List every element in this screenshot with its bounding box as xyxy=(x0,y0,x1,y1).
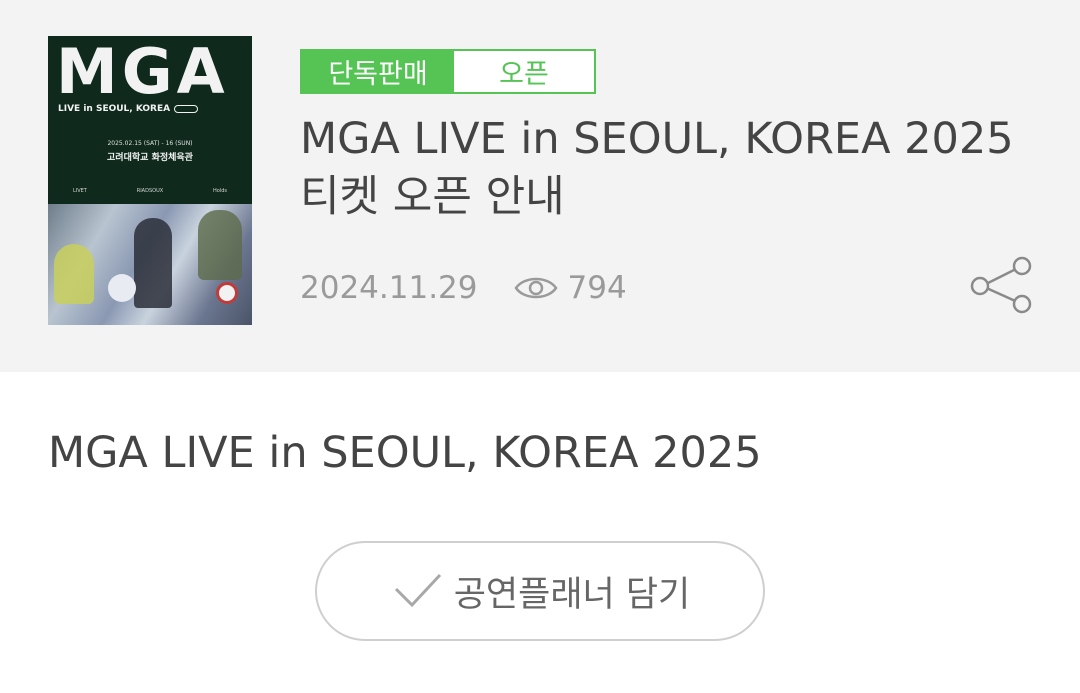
poster-photo xyxy=(48,204,252,325)
poster-orb xyxy=(108,274,136,302)
poster-pill-decoration xyxy=(174,104,199,113)
poster-orb xyxy=(216,282,238,304)
view-count: 794 xyxy=(567,270,627,306)
open-tag: 오픈 xyxy=(454,51,594,92)
poster-sponsor: Holds xyxy=(213,188,228,194)
article-meta: 2024.11.29 794 xyxy=(300,266,627,310)
article-title: MGA LIVE in SEOUL, KOREA 2025 티켓 오픈 안내 xyxy=(300,114,1014,222)
article-date: 2024.11.29 xyxy=(300,270,478,306)
eye-icon xyxy=(513,277,558,299)
poster-figure xyxy=(198,210,242,280)
body-title: MGA LIVE in SEOUL, KOREA 2025 xyxy=(48,428,762,478)
exclusive-sale-tag: 단독판매 xyxy=(302,51,454,92)
poster-figure xyxy=(54,244,94,304)
add-to-planner-button[interactable]: 공연플래너 담기 xyxy=(315,541,765,641)
poster-sponsor: RIADSOUX xyxy=(136,188,164,194)
poster-figure xyxy=(134,218,172,308)
planner-button-label: 공연플래너 담기 xyxy=(453,574,691,615)
poster-sponsors: LIVET RIADSOUX Holds xyxy=(48,188,252,194)
poster-date: 2025.02.15 (SAT) - 16 (SUN) xyxy=(107,140,193,147)
poster-venue: 고려대학교 화정체육관 xyxy=(107,153,193,163)
poster-sponsor: LIVET xyxy=(72,188,87,194)
poster-subtitle: LIVE in SEOUL, KOREA xyxy=(58,104,199,114)
poster-subtitle-text: LIVE in SEOUL, KOREA xyxy=(58,104,171,114)
check-icon xyxy=(394,573,441,608)
share-icon[interactable] xyxy=(968,254,1036,318)
notice-header: MGA LIVE in SEOUL, KOREA 2025.02.15 (SAT… xyxy=(0,0,1080,372)
poster-logo: MGA xyxy=(56,36,229,108)
sale-tags: 단독판매 오픈 xyxy=(300,49,596,94)
poster-image[interactable]: MGA LIVE in SEOUL, KOREA 2025.02.15 (SAT… xyxy=(48,36,252,325)
